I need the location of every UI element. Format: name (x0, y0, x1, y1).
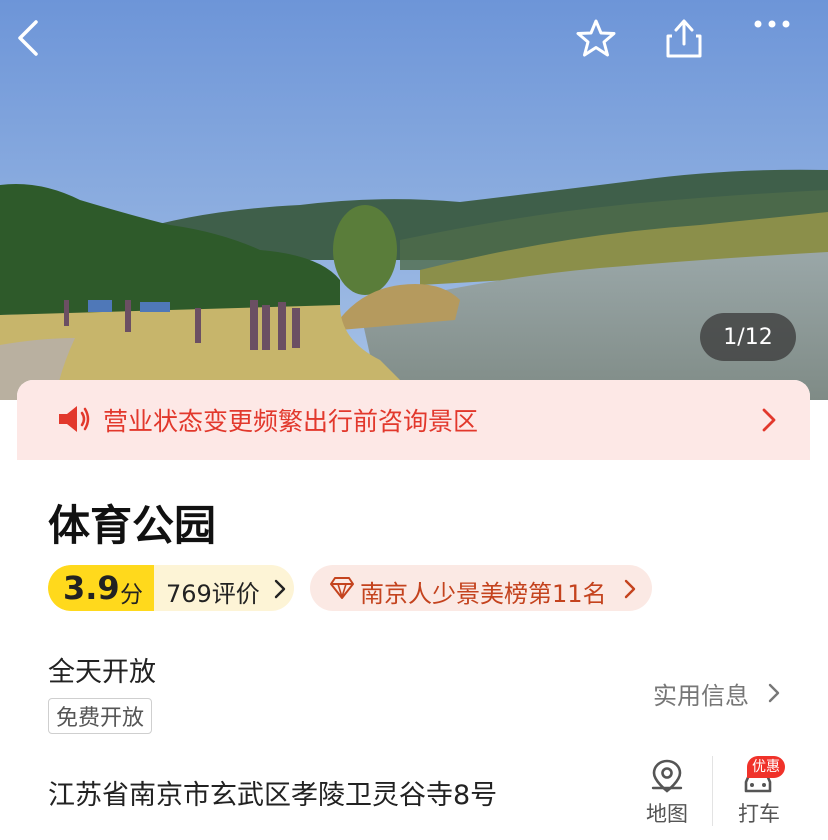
map-label: 地图 (646, 802, 688, 826)
fee-tag: 免费开放 (48, 698, 153, 734)
chevron-right-icon (624, 579, 636, 599)
taxi-label: 打车 (738, 802, 780, 826)
place-name: 体育公园 (48, 501, 217, 550)
score-unit: 分 (120, 582, 143, 608)
rating-reviews-pill[interactable]: 3.9 分 769评价 (48, 565, 294, 611)
address-text[interactable]: 江苏省南京市玄武区孝陵卫灵谷寺8号 (48, 773, 497, 812)
score-value: 3.9 (63, 569, 120, 607)
review-count: 769评价 (166, 580, 260, 608)
map-pin-icon (651, 759, 683, 793)
info-card: 营业状态变更频繁出行前咨询景区 体育公园 3.9 分 769评价 南京人少景美榜… (17, 380, 810, 840)
more-dots-icon (754, 20, 790, 28)
back-arrow-icon (18, 20, 38, 56)
diamond-icon (330, 577, 354, 599)
chevron-right-icon (768, 683, 780, 703)
share-button[interactable] (664, 18, 720, 74)
business-status-notice[interactable]: 营业状态变更频繁出行前咨询景区 (17, 380, 810, 460)
map-button[interactable]: 地图 (637, 758, 697, 828)
action-divider (712, 756, 713, 826)
ranking-pill[interactable]: 南京人少景美榜第11名 (310, 565, 652, 611)
hero-photo[interactable]: 1/12 (0, 0, 828, 400)
share-icon (666, 19, 702, 58)
opening-hours: 全天开放 (48, 657, 156, 688)
photo-counter: 1/12 (700, 313, 796, 361)
chevron-right-icon (274, 579, 286, 599)
ranking-text: 南京人少景美榜第11名 (360, 580, 607, 608)
chevron-right-icon (762, 408, 776, 432)
favorite-button[interactable] (576, 18, 632, 74)
speaker-icon (59, 406, 90, 432)
back-button[interactable] (14, 18, 70, 74)
notice-text: 营业状态变更频繁出行前咨询景区 (103, 407, 479, 436)
more-button[interactable] (752, 18, 808, 74)
discount-badge: 优惠 (747, 756, 785, 778)
star-icon (576, 19, 616, 57)
practical-info-link[interactable]: 实用信息 (653, 676, 749, 711)
